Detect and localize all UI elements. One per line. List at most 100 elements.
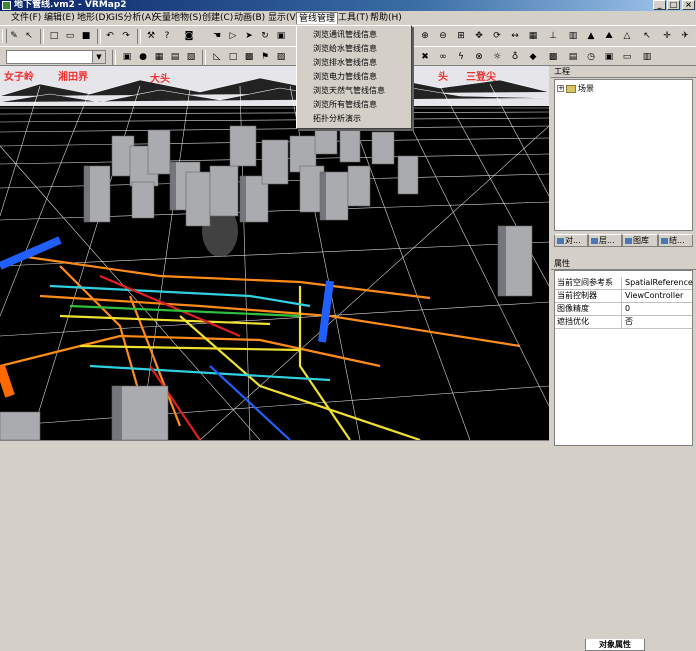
menu-item-all-pipelines[interactable]: 浏览所有管线信息 bbox=[313, 98, 377, 112]
horizontal-scrollbar[interactable] bbox=[0, 440, 549, 449]
separator bbox=[137, 29, 141, 44]
mountain-icon[interactable]: ⛰ bbox=[602, 29, 616, 43]
rotate-view-icon[interactable]: ⟳ bbox=[490, 29, 504, 43]
tool-icon[interactable]: ⚒ bbox=[144, 29, 158, 43]
zoom-extent-icon[interactable]: ⊞ bbox=[454, 29, 468, 43]
zoom-box-icon[interactable]: ▣ bbox=[274, 29, 288, 43]
elevation-icon[interactable]: ⊥ bbox=[546, 29, 560, 43]
menu-item-water-supply-pipelines[interactable]: 浏览给水管线信息 bbox=[313, 42, 377, 56]
pipeline-management-menu: 浏览通讯管线信息 浏览给水管线信息 浏览排水管线信息 浏览电力管线信息 浏览天然… bbox=[296, 25, 412, 129]
property-row[interactable]: 当前空间参考系 SpatialReference bbox=[555, 277, 693, 290]
mark-icon[interactable]: ◆ bbox=[526, 50, 540, 64]
move-icon[interactable]: ✛ bbox=[660, 29, 674, 43]
record-icon[interactable]: ● bbox=[136, 50, 150, 64]
fly-mode-icon[interactable]: ✈ bbox=[678, 29, 692, 43]
menu-help[interactable]: 帮助(H) bbox=[368, 12, 404, 24]
tab-objects[interactable]: 对... bbox=[554, 234, 588, 247]
image-icon[interactable]: ▧ bbox=[184, 50, 198, 64]
scene-render bbox=[0, 66, 549, 440]
rotate-icon[interactable]: ↻ bbox=[258, 29, 272, 43]
grid-layer-icon[interactable]: ▦ bbox=[152, 50, 166, 64]
zoom-out-icon[interactable]: ⊖ bbox=[436, 29, 450, 43]
select-arrow-icon[interactable]: ↖ bbox=[640, 29, 654, 43]
cursor-icon[interactable]: ↖ bbox=[22, 29, 36, 43]
terrain-icon[interactable]: △ bbox=[620, 29, 634, 43]
building-icon[interactable]: ▤ bbox=[168, 50, 182, 64]
menu-item-communication-pipelines[interactable]: 浏览通讯管线信息 bbox=[313, 28, 377, 42]
frame-icon[interactable]: ▣ bbox=[120, 50, 134, 64]
walk-icon[interactable]: ▷ bbox=[226, 29, 240, 43]
window-icon[interactable]: ▥ bbox=[640, 50, 654, 64]
menu-gis-analysis[interactable]: GIS分析(A) bbox=[106, 12, 157, 24]
pan-icon[interactable]: ✥ bbox=[472, 29, 486, 43]
minimize-button[interactable]: _ bbox=[653, 0, 666, 10]
chevron-down-icon[interactable]: ▼ bbox=[92, 51, 105, 63]
open-folder-icon[interactable]: ▭ bbox=[63, 29, 77, 43]
scene-viewport[interactable]: 女子岭 湘田界 大头 头 三登尖 bbox=[0, 66, 549, 440]
project-tree[interactable]: + 场景 bbox=[554, 79, 693, 231]
expand-icon[interactable]: + bbox=[557, 85, 564, 92]
title-bar: 地下管线.vm2 - VRMap2 _ □ × bbox=[0, 0, 696, 11]
target-icon[interactable]: ◙ bbox=[182, 29, 196, 43]
property-value[interactable]: SpatialReference bbox=[625, 277, 693, 289]
pencil-icon[interactable]: ✎ bbox=[7, 29, 21, 43]
menu-create[interactable]: 创建(C) bbox=[200, 12, 235, 24]
zoom-in-icon[interactable]: ⊕ bbox=[418, 29, 432, 43]
menu-item-drainage-pipelines[interactable]: 浏览排水管线信息 bbox=[313, 56, 377, 70]
separator bbox=[97, 29, 101, 44]
close-button[interactable]: × bbox=[682, 0, 695, 10]
property-value[interactable]: ViewController bbox=[625, 290, 683, 302]
tab-object-properties[interactable]: 对象属性 bbox=[585, 639, 645, 651]
bulb-icon[interactable]: ☼ bbox=[490, 50, 504, 64]
properties-grid: 当前空间参考系 SpatialReference 当前控制器 ViewContr… bbox=[554, 270, 693, 651]
layer-combobox[interactable]: ▼ bbox=[6, 50, 106, 64]
menu-item-gas-pipelines[interactable]: 浏览天然气管线信息 bbox=[313, 84, 385, 98]
flag-icon[interactable]: ⚑ bbox=[258, 50, 272, 64]
node-icon[interactable]: ⊗ bbox=[472, 50, 486, 64]
clock-icon[interactable]: ◷ bbox=[584, 50, 598, 64]
camera-icon[interactable]: ▣ bbox=[602, 50, 616, 64]
tab-layers[interactable]: 层... bbox=[588, 234, 622, 247]
chart-icon[interactable]: ▥ bbox=[566, 29, 580, 43]
tab-structure[interactable]: 结... bbox=[658, 234, 693, 247]
menu-file[interactable]: 文件(F) bbox=[9, 12, 43, 24]
tab-library[interactable]: 图库 bbox=[622, 234, 658, 247]
box-icon[interactable]: □ bbox=[226, 50, 240, 64]
redo-icon[interactable]: ↷ bbox=[119, 29, 133, 43]
save-icon[interactable]: ■ bbox=[79, 29, 93, 43]
ruler-icon[interactable]: ◺ bbox=[210, 50, 224, 64]
measure-icon[interactable]: ↔ bbox=[508, 29, 522, 43]
folder-icon bbox=[566, 84, 576, 93]
area-icon[interactable]: ▲ bbox=[584, 29, 598, 43]
undo-icon[interactable]: ↶ bbox=[103, 29, 117, 43]
menu-item-topology-analysis[interactable]: 拓扑分析演示 bbox=[313, 112, 361, 126]
property-value[interactable]: 0 bbox=[625, 303, 630, 315]
cross-icon[interactable]: ✖ bbox=[418, 50, 432, 64]
help-icon[interactable]: ? bbox=[160, 29, 174, 43]
hand-pan-icon[interactable]: ☚ bbox=[210, 29, 224, 43]
property-row[interactable]: 图像精度 0 bbox=[555, 303, 692, 316]
monitor-icon[interactable]: ▭ bbox=[620, 50, 634, 64]
new-file-icon[interactable]: □ bbox=[47, 29, 61, 43]
fly-icon[interactable]: ➤ bbox=[242, 29, 256, 43]
maximize-button[interactable]: □ bbox=[667, 0, 680, 10]
menu-vector-features[interactable]: 矢量地物(S) bbox=[151, 12, 204, 24]
property-value[interactable]: 否 bbox=[625, 316, 633, 328]
menu-item-power-pipelines[interactable]: 浏览电力管线信息 bbox=[313, 70, 377, 84]
layer-icon[interactable]: ▨ bbox=[274, 50, 288, 64]
light-icon[interactable]: ♁ bbox=[508, 50, 522, 64]
menu-pipeline-management[interactable]: 管线管理 bbox=[296, 12, 339, 24]
cube-icon[interactable]: ▩ bbox=[242, 50, 256, 64]
window-title: 地下管线.vm2 - VRMap2 bbox=[14, 0, 127, 10]
property-row[interactable]: 遮挡优化 否 bbox=[555, 316, 692, 329]
menu-animation[interactable]: 动画(B) bbox=[232, 12, 267, 24]
palette-icon[interactable]: ▩ bbox=[546, 50, 560, 64]
menu-tools[interactable]: 工具(T) bbox=[336, 12, 371, 24]
link-icon[interactable]: ∞ bbox=[436, 50, 450, 64]
property-row[interactable]: 当前控制器 ViewController bbox=[555, 290, 692, 303]
grid-icon[interactable]: ▦ bbox=[526, 29, 540, 43]
book-icon[interactable]: ▤ bbox=[566, 50, 580, 64]
menu-edit[interactable]: 编辑(E) bbox=[42, 12, 77, 24]
tree-node-scene[interactable]: + 场景 bbox=[557, 83, 594, 94]
lightning-icon[interactable]: ϟ bbox=[454, 50, 468, 64]
